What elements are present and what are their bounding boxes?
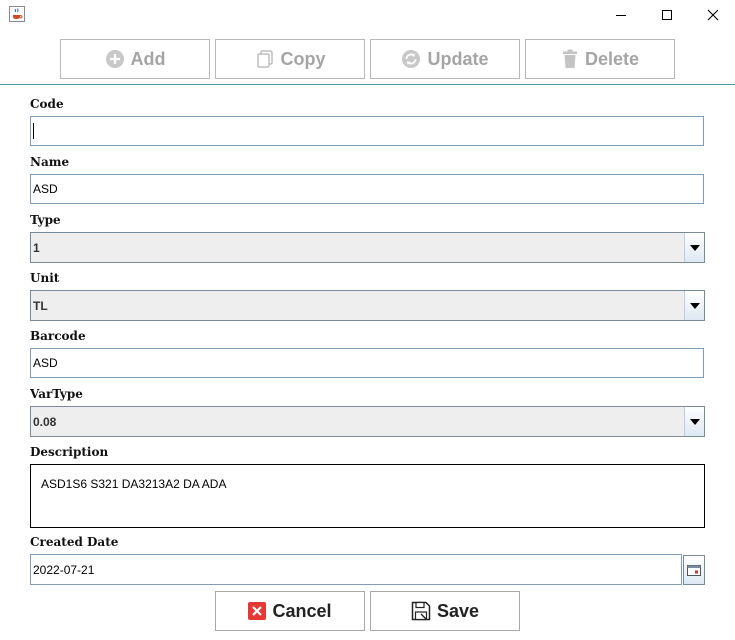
update-button-label: Update: [427, 48, 489, 69]
description-value: ASD1S6 S321 DA3213A2 DA ADA: [41, 477, 227, 491]
barcode-field[interactable]: ASD: [30, 348, 704, 378]
update-button[interactable]: Update: [370, 39, 520, 79]
unit-label: Unit: [30, 271, 60, 285]
calendar-icon: [687, 565, 701, 576]
delete-button-label: Delete: [584, 48, 640, 69]
add-button[interactable]: Add: [60, 39, 210, 79]
unit-value: TL: [33, 298, 48, 313]
description-textarea[interactable]: ASD1S6 S321 DA3213A2 DA ADA: [30, 464, 705, 528]
vartype-combobox[interactable]: 0.08: [30, 406, 705, 437]
minimize-button[interactable]: [598, 0, 644, 30]
barcode-value: ASD: [33, 356, 58, 370]
name-value: ASD: [33, 182, 58, 196]
cancel-x-icon: [248, 602, 267, 620]
java-cup-icon: [9, 6, 25, 22]
close-button[interactable]: [690, 0, 735, 30]
type-value: 1: [33, 240, 40, 255]
toolbar-separator: [0, 84, 735, 85]
date-picker-button[interactable]: [683, 555, 705, 585]
cancel-button-label: Cancel: [272, 600, 332, 621]
maximize-icon: [662, 10, 672, 20]
barcode-label: Barcode: [30, 329, 86, 343]
chevron-down-icon: [689, 244, 700, 251]
name-label: Name: [30, 155, 70, 169]
cancel-button[interactable]: Cancel: [215, 591, 365, 631]
vartype-dropdown-arrow[interactable]: [684, 407, 704, 436]
text-caret: [33, 123, 34, 139]
minimize-icon: [616, 15, 626, 16]
save-button-label: Save: [436, 600, 480, 621]
chevron-down-icon: [689, 302, 700, 309]
created-date-label: Created Date: [30, 535, 119, 549]
unit-combobox[interactable]: TL: [30, 290, 705, 321]
delete-button[interactable]: Delete: [525, 39, 675, 79]
copy-button-label: Copy: [280, 48, 326, 69]
trash-icon: [562, 49, 577, 68]
type-dropdown-arrow[interactable]: [684, 233, 704, 262]
title-bar: [0, 0, 735, 30]
chevron-down-icon: [689, 418, 700, 425]
vartype-label: VarType: [30, 387, 83, 401]
name-field[interactable]: ASD: [30, 174, 704, 204]
add-button-label: Add: [130, 48, 166, 69]
unit-dropdown-arrow[interactable]: [684, 291, 704, 320]
type-label: Type: [30, 213, 61, 227]
type-combobox[interactable]: 1: [30, 232, 705, 263]
save-disk-icon: [411, 601, 431, 621]
code-field[interactable]: [30, 116, 704, 146]
copy-button[interactable]: Copy: [215, 39, 365, 79]
copy-icon: [256, 50, 273, 68]
vartype-value: 0.08: [33, 414, 57, 429]
plus-circle-icon: [105, 50, 124, 68]
created-date-field[interactable]: 2022-07-21: [30, 554, 682, 585]
maximize-button[interactable]: [644, 0, 690, 30]
refresh-icon: [402, 50, 421, 68]
save-button[interactable]: Save: [370, 591, 520, 631]
description-label: Description: [30, 445, 109, 459]
close-icon: [707, 9, 719, 21]
code-label: Code: [30, 97, 64, 111]
created-date-value: 2022-07-21: [33, 562, 95, 577]
